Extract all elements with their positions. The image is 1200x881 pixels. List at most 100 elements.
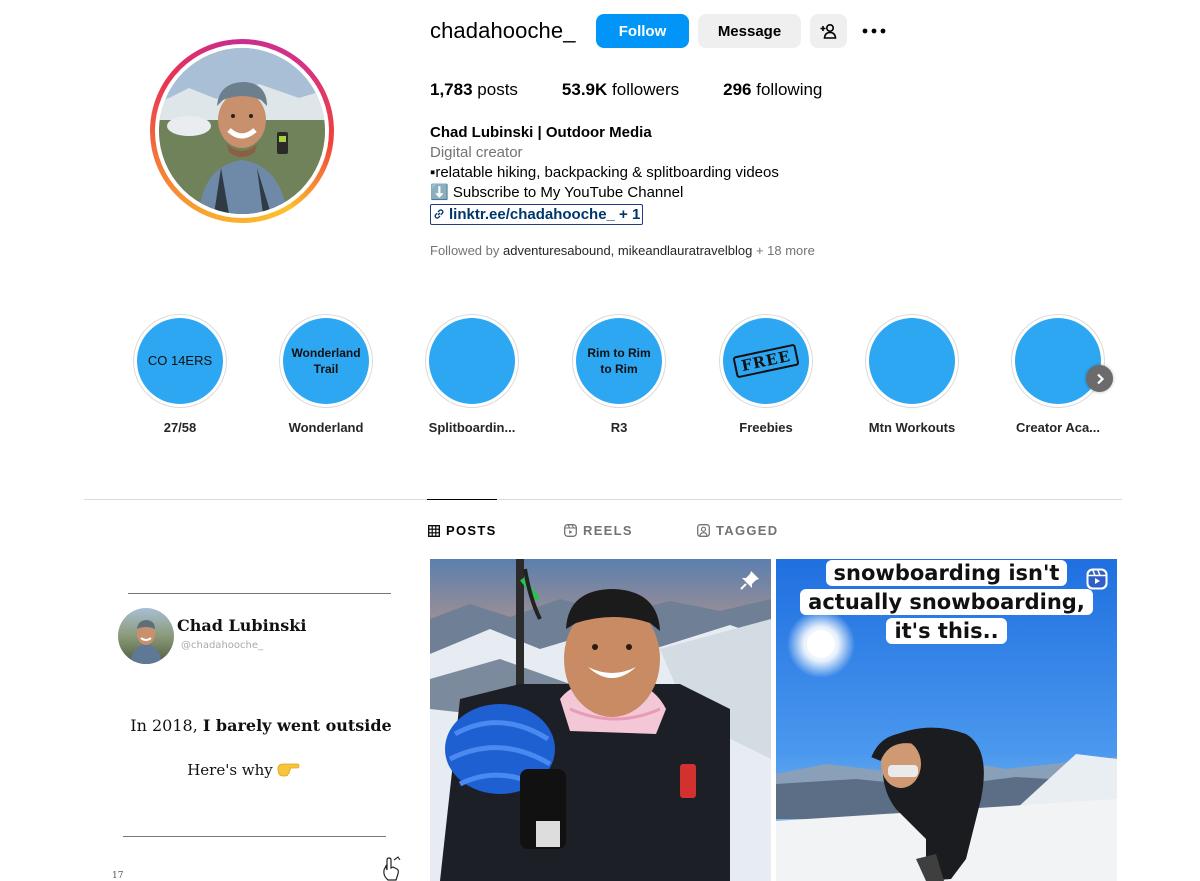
card-top-rule — [128, 593, 391, 594]
card-author-name: Chad Lubinski — [177, 616, 307, 635]
tab-reels[interactable]: REELS — [564, 523, 633, 538]
profile-avatar-ring[interactable] — [150, 39, 334, 223]
reel-caption-line-3: it's this.. — [776, 617, 1117, 646]
card-line-2: Here's why — [187, 761, 273, 779]
card-line-1-prefix: In 2018, — [130, 716, 203, 735]
bio-link[interactable]: linktr.ee/chadahooche_ + 1 — [430, 204, 644, 225]
following-count: 296 — [723, 80, 752, 99]
avatar-photo-illustration — [159, 48, 325, 214]
grid-icon — [428, 524, 440, 537]
bio-name: Chad Lubinski | Outdoor Media — [430, 124, 652, 141]
tagged-icon — [697, 524, 710, 537]
add-user-icon — [820, 23, 836, 39]
posts-label: posts — [477, 80, 518, 99]
message-button[interactable]: Message — [698, 14, 801, 48]
highlight-27-58[interactable]: CO 14ERS 27/58 — [120, 314, 240, 435]
following-stat[interactable]: 296 following — [723, 80, 822, 100]
tab-tagged[interactable]: TAGGED — [697, 523, 778, 538]
reel-caption-text-2: actually snowboarding, — [800, 589, 1093, 615]
bio-category: Digital creator — [430, 144, 523, 161]
reel-caption-text-3: it's this.. — [886, 618, 1007, 644]
reel-caption-line-1: snowboarding isn't — [776, 559, 1117, 588]
highlight-label: Wonderland — [288, 420, 364, 435]
active-tab-indicator — [427, 499, 497, 500]
highlight-cover-text: Wonderland Trail — [291, 346, 361, 376]
reel-indicator-icon — [1086, 568, 1108, 590]
followed-by-suffix: + 18 more — [752, 243, 815, 258]
bio-line-1: ▪relatable hiking, backpacking & splitbo… — [430, 164, 779, 181]
link-icon — [434, 209, 444, 219]
post-summit-selfie[interactable] — [430, 559, 771, 881]
highlight-ring — [425, 314, 519, 408]
tab-posts[interactable]: POSTS — [428, 523, 497, 538]
highlight-label: Splitboardin... — [428, 420, 516, 435]
highlight-label: R3 — [610, 420, 628, 435]
highlight-cover-text: Rim to Rim to Rim — [587, 346, 651, 376]
pinned-post-icon — [740, 571, 759, 590]
highlight-cover — [429, 318, 515, 404]
bio-line-2: ⬇️ Subscribe to My YouTube Channel — [430, 184, 684, 201]
reel-caption-line-2: actually snowboarding, — [776, 588, 1117, 617]
reel-caption: snowboarding isn't actually snowboarding… — [776, 559, 1117, 646]
profile-username: chadahooche_ — [430, 18, 576, 43]
avatar-gap — [155, 44, 329, 218]
more-options-button[interactable] — [856, 14, 892, 48]
card-avatar-illustration — [130, 620, 162, 664]
card-avatar — [118, 608, 174, 664]
reels-icon — [564, 524, 577, 537]
more-icon — [862, 28, 886, 34]
highlight-ring: Wonderland Trail — [279, 314, 373, 408]
highlight-ring — [865, 314, 959, 408]
followers-stat[interactable]: 53.9K followers — [562, 80, 679, 100]
post-card-text[interactable]: Chad Lubinski @chadahooche_ In 2018, I b… — [84, 558, 426, 881]
followed-by-users[interactable]: adventuresabound, mikeandlauratravelblog — [503, 243, 752, 258]
highlight-label: Freebies — [739, 420, 793, 435]
followed-by[interactable]: Followed by adventuresabound, mikeandlau… — [430, 243, 815, 258]
tab-reels-label: REELS — [583, 523, 633, 538]
card-author-handle: @chadahooche_ — [181, 640, 264, 651]
highlight-ring: FREE — [719, 314, 813, 408]
profile-avatar[interactable] — [159, 48, 325, 214]
post-snowboarding-reel[interactable]: snowboarding isn't actually snowboarding… — [776, 559, 1117, 881]
profile-bio: Chad Lubinski | Outdoor Media Digital cr… — [430, 123, 950, 225]
highlight-cover: Wonderland Trail — [283, 318, 369, 404]
highlight-label: Creator Aca... — [1015, 420, 1101, 435]
highlight-ring — [1011, 314, 1105, 408]
follow-button[interactable]: Follow — [596, 14, 689, 48]
pointing-hand-icon — [277, 763, 300, 777]
tab-tagged-label: TAGGED — [716, 523, 779, 538]
card-page-number: 17 — [112, 871, 124, 881]
highlight-label: 27/58 — [163, 420, 197, 435]
highlights-next-button[interactable] — [1086, 365, 1113, 392]
bio-link-text: linktr.ee/chadahooche_ + 1 — [449, 206, 641, 223]
highlight-cover: CO 14ERS — [137, 318, 223, 404]
posts-stat: 1,783 posts — [430, 80, 518, 100]
followed-by-prefix: Followed by — [430, 243, 503, 258]
highlight-r3[interactable]: Rim to Rim to Rim R3 — [559, 314, 679, 435]
highlight-cover-text: CO 14ERS — [147, 353, 213, 368]
following-label: following — [756, 80, 823, 99]
highlight-wonderland[interactable]: Wonderland Trail Wonderland — [266, 314, 386, 435]
chevron-right-icon — [1096, 373, 1104, 384]
highlight-splitboarding[interactable]: Splitboardin... — [412, 314, 532, 435]
reel-caption-text-1: snowboarding isn't — [825, 560, 1068, 586]
tab-posts-label: POSTS — [446, 523, 497, 538]
highlight-ring: Rim to Rim to Rim — [572, 314, 666, 408]
highlight-cover: Rim to Rim to Rim — [576, 318, 662, 404]
card-bottom-rule — [123, 836, 386, 837]
highlight-mtn-workouts[interactable]: Mtn Workouts — [852, 314, 972, 435]
followers-count: 53.9K — [561, 80, 608, 99]
tabs-divider — [84, 499, 1122, 500]
followers-label: followers — [612, 80, 680, 99]
highlight-label: Mtn Workouts — [868, 420, 956, 435]
highlight-freebies[interactable]: FREE Freebies — [706, 314, 826, 435]
highlight-cover: FREE — [723, 318, 809, 404]
profile-stats: 1,783 posts 53.9K followers 296 followin… — [430, 80, 866, 100]
posts-count: 1,783 — [430, 80, 473, 99]
card-line-1: In 2018, I barely went outside — [84, 716, 438, 735]
suggested-users-button[interactable] — [810, 14, 847, 48]
highlight-ring: CO 14ERS — [133, 314, 227, 408]
card-line-1-bold: I barely went outside — [202, 716, 392, 735]
highlight-cover — [869, 318, 955, 404]
highlight-cover — [1015, 318, 1101, 404]
